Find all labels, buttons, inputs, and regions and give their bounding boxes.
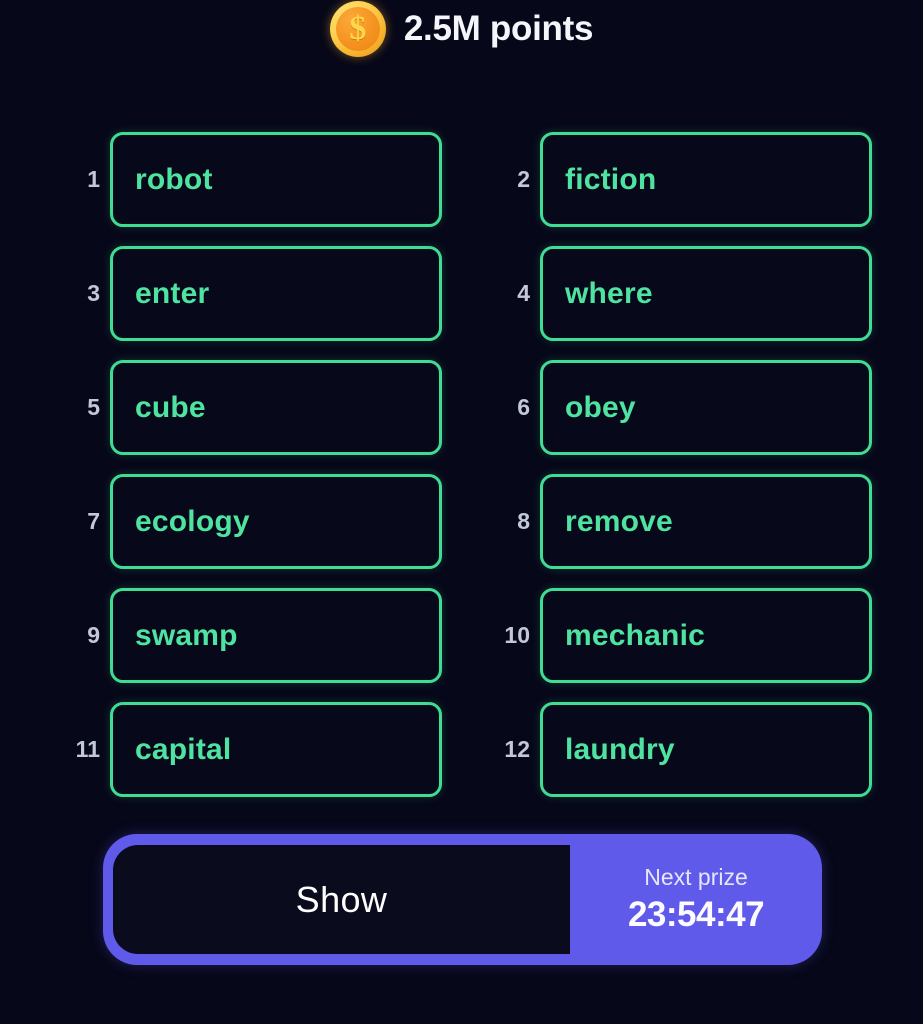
word-tile-label: swamp [135,618,238,652]
word-tile-label: obey [565,390,636,424]
word-tile-label: enter [135,276,210,310]
word-cell: 3 enter [62,246,492,341]
word-tile[interactable]: remove [540,474,872,569]
dollar-sign-glyph: $ [349,10,367,47]
word-cell: 12 laundry [492,702,922,797]
word-tile-label: ecology [135,504,250,538]
word-cell: 7 ecology [62,474,492,569]
word-tile[interactable]: capital [110,702,442,797]
word-cell: 2 fiction [492,132,922,227]
word-index: 11 [75,736,100,762]
word-index: 10 [504,622,530,648]
word-index: 4 [517,280,530,306]
points-header: $ 2.5M points [0,0,923,62]
word-tile-label: mechanic [565,618,705,652]
word-tile-label: laundry [565,732,675,766]
word-index: 6 [517,394,530,420]
next-prize-panel[interactable]: Next prize 23:54:47 [570,834,822,965]
word-tile[interactable]: enter [110,246,442,341]
bottom-bar: Show Next prize 23:54:47 [0,834,923,965]
word-index: 12 [504,736,530,762]
word-index: 8 [517,508,530,534]
word-index: 3 [87,280,100,306]
word-tile[interactable]: cube [110,360,442,455]
next-prize-timer: 23:54:47 [627,895,765,934]
show-button-label: Show [295,878,388,920]
points-total-label: 2.5M points [403,9,594,48]
word-cell: 9 swamp [62,588,492,683]
word-tile-label: fiction [565,162,657,196]
action-bar: Show Next prize 23:54:47 [103,834,822,965]
word-cell: 1 robot [62,132,492,227]
show-button[interactable]: Show [113,845,570,954]
word-cell: 8 remove [492,474,922,569]
word-tile-label: remove [565,504,673,538]
word-tile[interactable]: robot [110,132,442,227]
word-tile[interactable]: obey [540,360,872,455]
word-grid: 1 robot 2 fiction 3 enter 4 where 5 cube 6 obey 7 eco… [0,132,923,797]
word-cell: 4 where [492,246,922,341]
coin-dollar-icon: $ [329,1,386,57]
word-index: 2 [517,166,530,192]
word-cell: 11 capital [62,702,492,797]
word-index: 7 [87,508,100,534]
word-tile-label: capital [135,732,232,766]
word-cell: 5 cube [62,360,492,455]
word-cell: 10 mechanic [492,588,922,683]
word-cell: 6 obey [492,360,922,455]
word-tile-label: where [565,276,653,310]
word-tile[interactable]: laundry [540,702,872,797]
word-tile[interactable]: fiction [540,132,872,227]
next-prize-caption: Next prize [644,864,748,890]
word-tile-label: cube [135,390,206,424]
word-index: 1 [87,166,100,192]
word-tile[interactable]: mechanic [540,588,872,683]
word-index: 5 [87,394,100,420]
word-tile[interactable]: ecology [110,474,442,569]
word-tile[interactable]: swamp [110,588,442,683]
word-tile-label: robot [135,162,213,196]
word-index: 9 [87,622,100,648]
word-tile[interactable]: where [540,246,872,341]
